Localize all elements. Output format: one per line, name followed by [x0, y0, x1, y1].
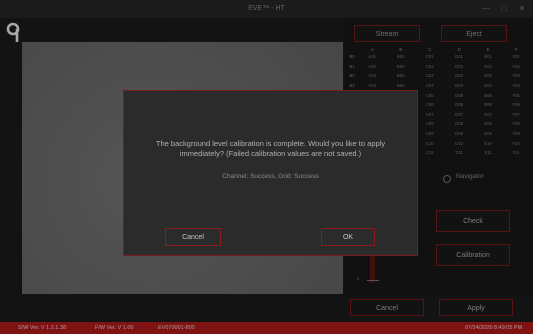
- dialog-ok-button[interactable]: OK: [321, 228, 375, 246]
- dialog-message: The background level calibration is comp…: [155, 139, 386, 158]
- dialog-status: Channel: Success, Grid: Success: [222, 173, 319, 180]
- dialog-cancel-button[interactable]: Cancel: [165, 228, 221, 246]
- calibration-dialog: The background level calibration is comp…: [123, 90, 418, 256]
